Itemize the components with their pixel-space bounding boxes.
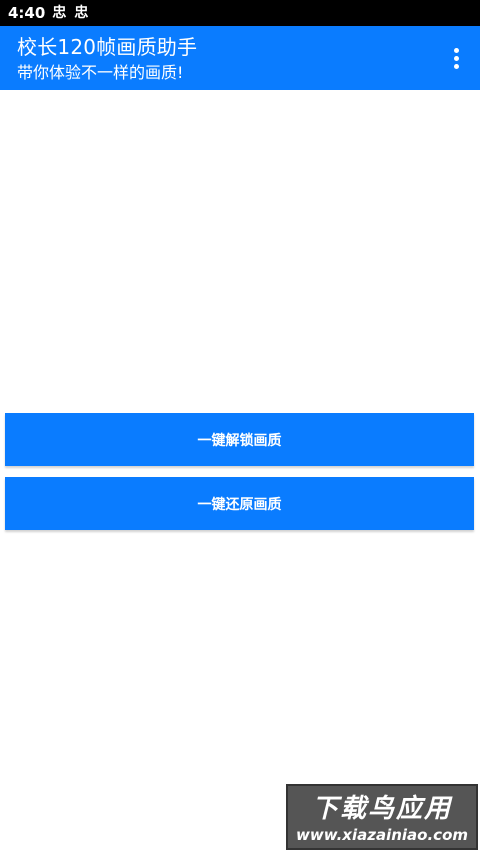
notification-app-icon: 忠 — [74, 5, 89, 21]
app-subtitle: 带你体验不一样的画质! — [17, 63, 184, 82]
unlock-quality-button[interactable]: 一键解锁画质 — [5, 413, 474, 466]
status-time: 4:40 — [8, 4, 46, 22]
watermark-logo: 下载鸟应用 www.xiazainiao.com — [286, 784, 478, 850]
app-toolbar: 校长120帧画质助手 带你体验不一样的画质! — [0, 26, 480, 90]
notification-app-icon: 忠 — [52, 5, 67, 21]
more-vert-icon[interactable] — [442, 42, 470, 74]
app-screen: 4:40 忠 忠 校长120帧画质助手 带你体验不一样的画质! 一键解锁画质 一… — [0, 0, 480, 853]
watermark-title: 下载鸟应用 — [311, 794, 452, 824]
watermark-url: www.xiazainiao.com — [295, 826, 469, 844]
app-title: 校长120帧画质助手 — [17, 35, 198, 59]
status-bar: 4:40 忠 忠 — [0, 0, 480, 26]
menu-dot — [453, 63, 459, 69]
menu-dot — [453, 47, 459, 53]
restore-quality-button[interactable]: 一键还原画质 — [5, 477, 474, 530]
menu-dot — [453, 55, 459, 61]
